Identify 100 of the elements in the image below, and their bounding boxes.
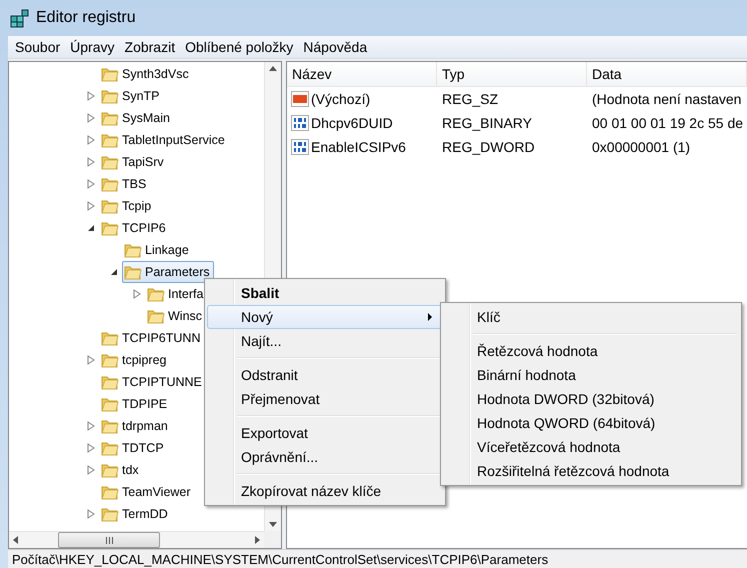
collapse-arrow-icon[interactable] [87,224,95,232]
horizontal-scrollbar[interactable] [9,531,264,548]
scroll-thumb[interactable] [58,532,160,548]
tree-item[interactable]: tcpipreg [83,349,170,371]
tree-item[interactable]: SynTP [83,85,164,107]
expand-arrow-icon[interactable] [87,509,95,519]
menu-item[interactable]: Sbalit [207,281,443,305]
tree-item[interactable]: Winsc [129,305,206,327]
tree-item[interactable]: TCPIPTUNNE [83,371,206,393]
tree-label: TBS [122,177,146,191]
scroll-left-icon[interactable] [13,536,18,544]
column-header[interactable]: Data [587,62,747,86]
menu-item[interactable]: Víceřetězcová hodnota [443,435,739,459]
menu-item[interactable]: Řetězcová hodnota [443,339,739,363]
tree-label: TeamViewer [122,485,191,499]
tree-label: Synth3dVsc [122,67,189,81]
expand-arrow-icon[interactable] [87,443,95,453]
tree-item[interactable]: TeamViewer [83,481,195,503]
value-type: REG_SZ [441,91,500,107]
tree-item[interactable]: TapiSrv [83,151,168,173]
folder-icon [101,484,119,500]
menu-item[interactable]: Klíč [443,305,739,329]
tree-label: TDTCP [122,441,164,455]
tree-item[interactable]: Interfa [129,283,208,305]
folder-icon [101,198,119,214]
menu-item[interactable]: Zkopírovat název klíče [207,479,443,503]
menu-item[interactable]: Soubor [10,39,66,55]
menu-item[interactable]: Hodnota QWORD (64bitová) [443,411,739,435]
scroll-down-icon[interactable] [269,522,277,527]
tree-label: TCPIP6 [122,221,166,235]
tree-item[interactable]: tdrpman [83,415,172,437]
folder-icon [101,396,119,412]
tree-label: SysMain [122,111,170,125]
tree-item[interactable]: Linkage [106,239,193,261]
tree-label: tcpipreg [122,353,166,367]
menu-item[interactable]: Binární hodnota [443,363,739,387]
tree-item[interactable]: TBS [83,173,150,195]
expand-arrow-icon[interactable] [87,135,95,145]
menu-item[interactable]: Oprávnění... [207,445,443,469]
menu-item[interactable]: Najít... [207,329,443,353]
scrollbar-corner [264,531,281,548]
expand-arrow-icon[interactable] [87,465,95,475]
menu-item[interactable]: Nápověda [298,39,372,55]
app-icon [10,8,30,28]
folder-icon [101,440,119,456]
expand-arrow-icon[interactable] [87,201,95,211]
scroll-up-icon[interactable] [269,66,277,71]
grip-icon [106,536,112,544]
folder-icon [101,154,119,170]
tree-label: TapiSrv [122,155,164,169]
tree-item[interactable]: TermDD [83,503,172,525]
column-header[interactable]: Název [287,62,437,86]
tree-label: Linkage [145,243,189,257]
tree-label: TermDD [122,507,168,521]
folder-icon [101,110,119,126]
menu-item[interactable]: Hodnota DWORD (32bitová) [443,387,739,411]
tree-label: Parameters [145,265,210,279]
tree-item[interactable]: TabletInputService [83,129,229,151]
value-name[interactable]: Dhcpv6DUID [287,115,437,131]
menu-item[interactable]: Oblíbené položky [180,39,298,55]
menu-item[interactable]: Zobrazit [120,39,180,55]
expand-arrow-icon[interactable] [87,113,95,123]
expand-arrow-icon[interactable] [87,355,95,365]
column-header[interactable]: Typ [437,62,587,86]
expand-arrow-icon[interactable] [87,179,95,189]
menu-item[interactable]: Exportovat [207,421,443,445]
expand-arrow-icon[interactable] [87,421,95,431]
tree-item[interactable]: SysMain [83,107,174,129]
expand-arrow-icon[interactable] [133,289,141,299]
folder-icon [101,176,119,192]
expand-arrow-icon[interactable] [87,157,95,167]
folder-icon [101,506,119,522]
tree-item[interactable]: Tcpip [83,195,156,217]
value-data: (Hodnota není nastaven [591,91,742,107]
tree-item[interactable]: TCPIP6TUNN [83,327,204,349]
value-name[interactable]: EnableICSIPv6 [287,139,437,155]
folder-icon [101,132,119,148]
scroll-right-icon[interactable] [255,536,260,544]
tree-item[interactable]: TCPIP6 [83,217,170,239]
menu-item[interactable]: Odstranit [207,363,443,387]
tree-item[interactable]: Synth3dVsc [83,63,193,85]
tree-item[interactable]: TDTCP [83,437,168,459]
menu-item[interactable]: Přejmenovat [207,387,443,411]
binary-value-icon [291,139,309,155]
value-name[interactable]: (Výchozí) [287,91,437,107]
tree-label: TCPIP6TUNN [122,331,200,345]
submenu-arrow-icon [428,313,432,321]
tree-item[interactable]: tdx [83,459,143,481]
binary-value-icon [291,115,309,131]
expand-arrow-icon[interactable] [87,91,95,101]
folder-icon [147,308,165,324]
tree-label: TabletInputService [122,133,225,147]
string-value-icon [291,91,309,107]
menu-item[interactable]: Nový [207,305,443,329]
tree-label: Tcpip [122,199,152,213]
tree-item[interactable]: TDPIPE [83,393,172,415]
menu-item[interactable]: Úpravy [65,39,120,55]
menu-item[interactable]: Rozšiřitelná řetězcová hodnota [443,459,739,483]
folder-icon [101,220,119,236]
collapse-arrow-icon[interactable] [110,268,118,276]
